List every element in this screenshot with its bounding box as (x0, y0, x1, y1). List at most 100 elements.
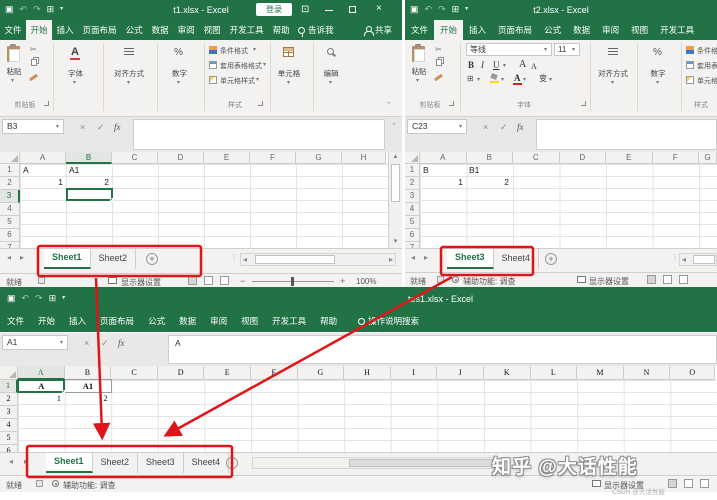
accessibility-status[interactable]: 辅助功能: 调查 (463, 276, 515, 287)
tab-insert[interactable]: 插入 (463, 20, 492, 40)
tell-me[interactable]: 告诉我 (294, 20, 338, 40)
cell-B2[interactable]: 2 (65, 392, 108, 404)
sheet-tab-sheet4[interactable]: Sheet4 (184, 453, 230, 473)
close-button[interactable]: × (376, 3, 382, 15)
editing-group-icon[interactable] (327, 48, 334, 55)
touch-mode-icon[interactable]: ⊞ (49, 293, 57, 303)
select-all-corner[interactable] (405, 152, 420, 164)
expand-formula-bar-icon[interactable]: ⌃ (391, 123, 397, 131)
prev-sheet-icon[interactable]: ◂ (411, 249, 415, 267)
font-dropdown-icon[interactable]: ▾ (73, 80, 76, 86)
name-box-dropdown-icon[interactable]: ▾ (56, 124, 59, 130)
paste-icon[interactable] (7, 46, 20, 62)
scroll-down-icon[interactable]: ▾ (389, 238, 402, 246)
row-header-selected[interactable]: 3 (0, 190, 20, 203)
prev-sheet-icon[interactable]: ◂ (7, 249, 11, 267)
select-all-corner[interactable] (0, 366, 18, 380)
tab-insert[interactable]: 插入 (62, 310, 93, 332)
next-sheet-icon[interactable]: ▸ (20, 249, 24, 267)
new-sheet-icon[interactable]: + (226, 457, 238, 469)
insert-function-icon[interactable]: fx (118, 338, 125, 348)
cancel-icon[interactable]: × (483, 122, 488, 132)
format-as-table-label[interactable]: 套用表格格式 (697, 61, 717, 71)
column-header[interactable]: D (560, 152, 607, 164)
grow-font-icon[interactable]: A (519, 60, 526, 70)
cell-B2[interactable]: 2 (466, 176, 509, 188)
view-page-layout-icon[interactable] (204, 276, 213, 285)
view-page-break-icon[interactable] (700, 479, 709, 488)
row-header[interactable]: 1 (0, 164, 20, 177)
column-header[interactable]: F (251, 366, 298, 380)
tab-file[interactable]: 文件 (0, 310, 31, 332)
borders-dropdown-icon[interactable]: ▾ (477, 77, 480, 83)
paste-icon[interactable] (412, 46, 425, 62)
tab-review[interactable]: 审阅 (173, 20, 199, 40)
column-header[interactable]: F (250, 152, 296, 164)
display-settings-icon[interactable] (592, 480, 601, 487)
column-header[interactable]: L (531, 366, 578, 380)
column-header[interactable]: A (20, 152, 66, 164)
select-all-corner[interactable] (0, 152, 20, 164)
column-header[interactable]: B (65, 366, 112, 380)
splitter-dots-icon[interactable]: ⋮ (671, 249, 679, 267)
tab-data[interactable]: 数据 (147, 20, 173, 40)
formula-input[interactable]: A (168, 335, 717, 364)
alignment-dropdown-icon[interactable]: ▾ (611, 80, 614, 86)
share-button[interactable]: 共享 (360, 20, 396, 40)
tab-insert[interactable]: 插入 (52, 20, 78, 40)
tab-file[interactable]: 文件 (405, 20, 434, 40)
dialog-launcher-icon[interactable] (44, 101, 49, 106)
row-header[interactable]: 5 (0, 432, 18, 445)
new-sheet-icon[interactable]: + (146, 253, 158, 265)
cell-A2[interactable]: 1 (18, 392, 61, 404)
macro-record-icon[interactable] (38, 277, 45, 284)
tab-formulas[interactable]: 公式 (121, 20, 147, 40)
format-as-table-label[interactable]: 套用表格格式 (220, 61, 262, 71)
tab-formulas[interactable]: 公式 (141, 310, 172, 332)
phonetic-dropdown-icon[interactable]: ▾ (549, 77, 552, 83)
scrollbar-thumb[interactable] (349, 459, 499, 467)
splitter-dots-icon[interactable]: ⋮ (230, 249, 238, 267)
underline-dropdown-icon[interactable]: ▾ (503, 63, 506, 69)
view-page-layout-icon[interactable] (663, 275, 672, 284)
column-header-selected[interactable]: B (66, 152, 112, 164)
redo-icon[interactable]: ↷ (35, 293, 43, 303)
copy-icon[interactable] (436, 59, 442, 66)
insert-function-icon[interactable]: fx (114, 122, 121, 132)
alignment-group-icon[interactable] (124, 48, 134, 56)
fill-color-icon[interactable] (490, 74, 499, 83)
fill-handle[interactable] (62, 390, 65, 393)
shrink-font-icon[interactable]: A (531, 62, 537, 72)
tab-developer[interactable]: 开发工具 (265, 310, 313, 332)
cut-icon[interactable]: ✂ (30, 46, 37, 54)
scrollbar-thumb[interactable] (693, 255, 715, 264)
macro-record-icon[interactable] (437, 276, 444, 283)
collapse-ribbon-icon[interactable]: ⌃ (386, 102, 392, 110)
row-header[interactable]: 6 (0, 229, 20, 242)
tab-page-layout[interactable]: 页面布局 (78, 20, 121, 40)
cell-A2[interactable]: 1 (420, 176, 463, 188)
cell-B1[interactable]: A1 (65, 380, 112, 392)
row-header[interactable]: 4 (405, 203, 420, 216)
font-group-icon[interactable]: A (70, 46, 80, 60)
cells-group-icon[interactable] (283, 47, 294, 57)
editing-dropdown-icon[interactable]: ▾ (329, 80, 332, 86)
alignment-dropdown-icon[interactable]: ▾ (127, 80, 130, 86)
scroll-left-icon[interactable]: ◂ (682, 251, 686, 269)
scrollbar-thumb[interactable] (391, 164, 400, 202)
tab-home[interactable]: 开始 (434, 20, 463, 40)
alignment-group-icon[interactable] (608, 48, 618, 56)
dialog-launcher-icon[interactable] (581, 101, 586, 106)
paste-label[interactable]: 粘贴 (405, 66, 433, 77)
column-header[interactable]: C (111, 366, 158, 380)
column-header[interactable]: C (513, 152, 560, 164)
enter-icon[interactable]: ✓ (101, 338, 109, 348)
zoom-level[interactable]: 100% (356, 277, 376, 286)
font-name-dropdown-icon[interactable]: ▾ (544, 47, 547, 53)
new-sheet-icon[interactable]: + (545, 253, 557, 265)
name-box-dropdown-icon[interactable]: ▾ (459, 124, 462, 130)
underline-button[interactable]: U (493, 60, 500, 70)
number-group-icon[interactable]: % (653, 47, 662, 58)
column-header[interactable]: I (391, 366, 438, 380)
tab-view[interactable]: 视图 (625, 20, 654, 40)
